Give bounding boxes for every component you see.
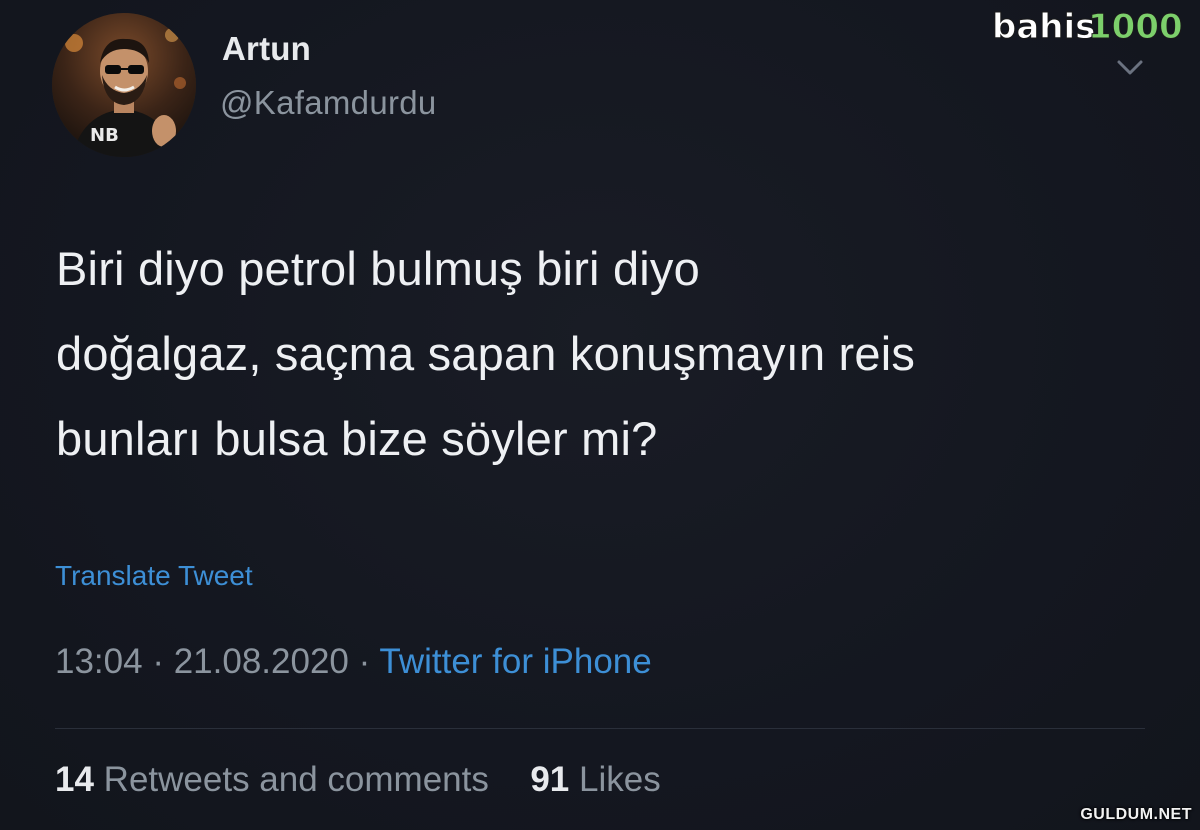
- tweet-stats: 14 Retweets and comments 91 Likes: [55, 760, 661, 800]
- svg-text:NB: NB: [90, 125, 119, 146]
- likes-stat[interactable]: 91 Likes: [530, 760, 660, 799]
- tweet-time: 13:04: [55, 642, 143, 681]
- tweet-source-link[interactable]: Twitter for iPhone: [379, 642, 651, 681]
- svg-text:bahis: bahis: [992, 7, 1095, 47]
- translate-tweet-link[interactable]: Translate Tweet: [55, 560, 253, 592]
- tweet-meta: 13:04 · 21.08.2020 · Twitter for iPhone: [55, 642, 652, 682]
- meta-separator: ·: [152, 642, 164, 681]
- chevron-down-icon[interactable]: [1116, 58, 1144, 78]
- site-watermark: GULDUM.NET: [1080, 806, 1192, 823]
- likes-label: Likes: [578, 760, 661, 799]
- meta-separator: ·: [358, 642, 371, 681]
- avatar[interactable]: NB: [52, 13, 196, 157]
- tweet-text-line: Biri diyo petrol bulmuş biri diyo: [56, 242, 700, 295]
- retweets-stat[interactable]: 14 Retweets and comments: [55, 760, 499, 799]
- avatar-photo: NB: [52, 13, 196, 157]
- tweet-text: Biri diyo petrol bulmuş biri diyo doğalg…: [56, 226, 1166, 481]
- svg-text:1000: 1000: [1088, 7, 1183, 47]
- bahis-logo-watermark: bahis 1000: [992, 7, 1184, 48]
- tweet-date: 21.08.2020: [173, 642, 349, 681]
- author-handle[interactable]: @Kafamdurdu: [220, 84, 437, 122]
- tweet-text-line: doğalgaz, saçma sapan konuşmayın reis: [56, 327, 916, 380]
- retweets-count: 14: [55, 760, 94, 799]
- tweet-text-line: bunları bulsa bize söyler mi?: [56, 412, 658, 465]
- likes-count: 91: [530, 760, 570, 799]
- retweets-label: Retweets and comments: [103, 760, 489, 799]
- tweet-card: NB Artun @Kafamdurdu bahis 1000 Biri diy…: [0, 0, 1200, 830]
- divider: [55, 728, 1145, 729]
- author-name[interactable]: Artun: [222, 30, 311, 68]
